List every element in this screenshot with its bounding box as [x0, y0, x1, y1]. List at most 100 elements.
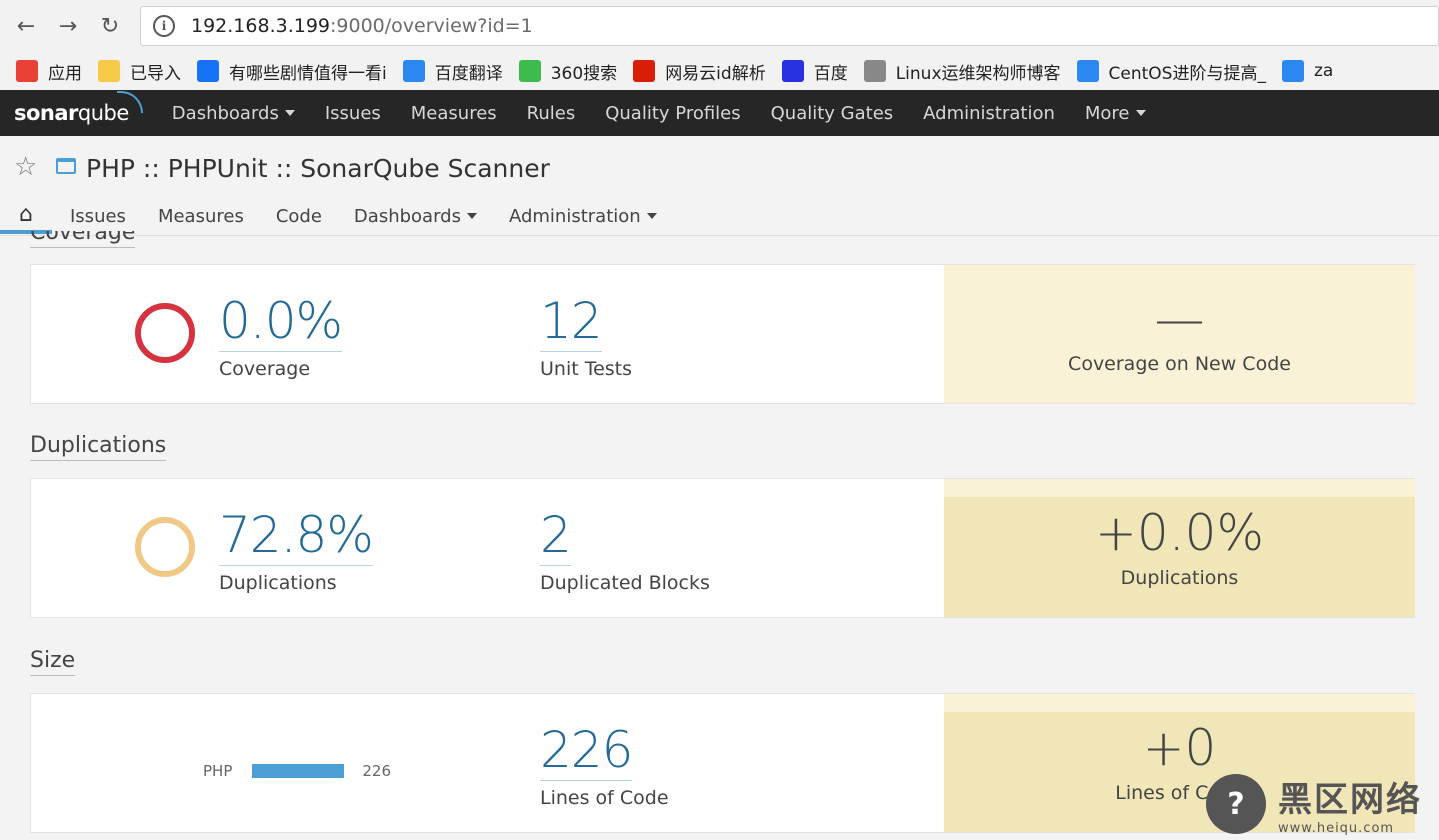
new-code-duplications-panel: +0.0% Duplications: [944, 479, 1415, 617]
lines-of-code-label: Lines of Code: [540, 787, 669, 809]
global-nav-item[interactable]: Dashboards: [172, 103, 295, 124]
unit-tests-label: Unit Tests: [540, 358, 633, 380]
language-bar: [252, 764, 345, 778]
global-nav-label: Rules: [526, 102, 576, 124]
bookmark-label: 有哪些剧情值得一看i: [229, 63, 387, 84]
forward-arrow-icon[interactable]: →: [52, 10, 84, 42]
info-icon[interactable]: i: [153, 15, 175, 37]
bookmark-item[interactable]: 百度: [781, 59, 848, 84]
zhihu-icon: [197, 60, 219, 82]
lines-of-code-metric[interactable]: 226 Lines of Code: [540, 722, 669, 809]
project-tab[interactable]: Measures: [158, 206, 244, 227]
language-distribution: PHP 226: [203, 762, 391, 780]
duplications-label: Duplications: [219, 572, 337, 594]
global-nav-label: Measures: [410, 102, 497, 124]
centos-icon: [1076, 60, 1099, 82]
apps-grid-icon: [16, 60, 38, 82]
global-nav-item[interactable]: Quality Profiles: [605, 103, 740, 124]
favorite-star-icon[interactable]: ☆: [14, 152, 37, 182]
global-nav-label: Dashboards: [171, 102, 279, 124]
sonarqube-logo[interactable]: sonarqube: [14, 91, 143, 125]
caret-down-icon: [646, 213, 657, 219]
url-host: 192.168.3.199: [191, 15, 331, 37]
duplicated-blocks-value[interactable]: 2: [540, 507, 572, 566]
global-nav-label: Quality Gates: [770, 102, 894, 124]
watermark-url: www.heiqu.com: [1278, 821, 1395, 836]
duplications-metric[interactable]: 72.8% Duplications: [219, 507, 374, 594]
coverage-label: Coverage: [219, 358, 311, 380]
global-nav-label: Issues: [324, 102, 381, 124]
bookmark-item[interactable]: 已导入: [98, 59, 181, 84]
duplicated-blocks-metric[interactable]: 2 Duplicated Blocks: [540, 507, 710, 594]
url-path: :9000/overview?id=1: [330, 15, 533, 37]
translate-icon: [402, 60, 425, 82]
bookmark-item[interactable]: 网易云id解析: [633, 59, 766, 84]
logo-waves-icon: [116, 91, 143, 113]
bookmark-label: 360搜索: [550, 63, 618, 84]
project-title[interactable]: PHP :: PHPUnit :: SonarQube Scanner: [86, 154, 550, 183]
back-arrow-icon[interactable]: ←: [10, 10, 42, 42]
project-tab[interactable]: Issues: [70, 206, 126, 227]
bookmark-item[interactable]: CentOS进阶与提高_: [1076, 59, 1266, 84]
coverage-value[interactable]: 0.0%: [219, 293, 343, 352]
duplications-card: 72.8% Duplications 2 Duplicated Blocks +…: [30, 478, 1415, 618]
za-icon: [1281, 60, 1304, 82]
bookmark-label: 已导入: [130, 63, 181, 84]
bookmark-item[interactable]: 360搜索: [518, 59, 618, 84]
global-nav-item[interactable]: Issues: [325, 103, 381, 124]
project-tab-label: Administration: [508, 205, 641, 227]
tab-home[interactable]: ⌂: [0, 198, 52, 234]
coverage-card: 0.0% Coverage 12 Unit Tests — Coverage o…: [30, 264, 1415, 404]
bookmark-item[interactable]: 应用: [16, 59, 82, 84]
project-header: ☆ PHP :: PHPUnit :: SonarQube Scanner ⌂ …: [0, 136, 1439, 236]
watermark: ? 黑区网络 www.heiqu.com: [1206, 772, 1422, 836]
bookmark-item[interactable]: Linux运维架构师博客: [863, 59, 1061, 84]
address-bar[interactable]: i 192.168.3.199:9000/overview?id=1: [140, 6, 1439, 46]
duplications-donut-chart: [135, 517, 195, 577]
new-duplications-value[interactable]: +0.0%: [944, 505, 1415, 561]
global-nav-label: Administration: [923, 102, 1055, 124]
bookmark-label: Linux运维架构师博客: [895, 63, 1061, 84]
coverage-metric[interactable]: 0.0% Coverage: [219, 293, 343, 380]
browser-toolbar: ← → ↻ i 192.168.3.199:9000/overview?id=1: [0, 0, 1439, 52]
bookmark-item[interactable]: 百度翻译: [402, 59, 503, 84]
language-name: PHP: [203, 762, 233, 780]
new-coverage-value: —: [1154, 290, 1205, 348]
search-360-icon: [518, 60, 541, 82]
bookmark-item[interactable]: 有哪些剧情值得一看i: [197, 59, 387, 84]
reload-icon[interactable]: ↻: [94, 10, 126, 42]
project-tab[interactable]: Code: [276, 206, 322, 227]
global-nav-item[interactable]: More: [1085, 103, 1146, 124]
bookmark-label: 网易云id解析: [665, 63, 766, 84]
unit-tests-metric[interactable]: 12 Unit Tests: [540, 293, 632, 380]
project-tab[interactable]: Dashboards: [354, 206, 477, 227]
project-icon: [56, 158, 76, 174]
project-tabs: ⌂ Issues Measures Code Dashboards Administra…: [0, 198, 673, 234]
caret-down-icon: [1135, 110, 1146, 116]
project-tab-label: Dashboards: [353, 205, 461, 227]
bookmarks-bar: 应用 已导入 有哪些剧情值得一看i 百度翻译 360搜索 网易云id解析 百度 Linux运维…: [0, 52, 1439, 90]
duplications-section-title: Duplications: [30, 433, 167, 461]
new-code-coverage-panel: — Coverage on New Code: [944, 265, 1415, 403]
bookmark-label: 百度翻译: [434, 63, 503, 84]
folder-icon: [98, 60, 120, 82]
global-nav-item[interactable]: Quality Gates: [771, 103, 894, 124]
new-duplications-label: Duplications: [1120, 567, 1239, 589]
lines-of-code-value[interactable]: 226: [540, 722, 633, 781]
global-nav-item[interactable]: Rules: [527, 103, 576, 124]
duplications-value[interactable]: 72.8%: [219, 507, 374, 566]
new-lines-value[interactable]: +0: [944, 720, 1415, 776]
global-nav-item[interactable]: Administration: [923, 103, 1055, 124]
unit-tests-value[interactable]: 12: [540, 293, 603, 352]
new-coverage-label: Coverage on New Code: [1068, 353, 1291, 375]
global-nav-label: More: [1084, 102, 1130, 124]
bookmark-label: CentOS进阶与提高_: [1108, 63, 1266, 84]
global-nav-item[interactable]: Measures: [411, 103, 497, 124]
url-text[interactable]: 192.168.3.199:9000/overview?id=1: [191, 15, 533, 37]
project-tab[interactable]: Administration: [509, 206, 657, 227]
logo-text-bold: sonar: [14, 101, 78, 125]
home-icon: ⌂: [19, 201, 33, 227]
project-tab-label: Code: [275, 205, 322, 227]
caret-down-icon: [466, 213, 477, 219]
bookmark-item[interactable]: za: [1281, 60, 1333, 82]
